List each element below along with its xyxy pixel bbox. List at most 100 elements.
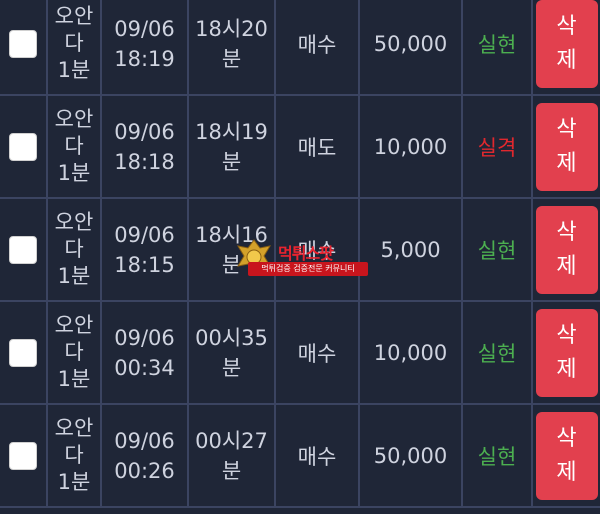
game-name-line1: 오안 (54, 107, 94, 131)
delete-cell: 삭 제 (533, 0, 600, 94)
row-checkbox[interactable] (9, 441, 37, 470)
delete-label-top: 삭 (556, 219, 577, 245)
bet-type: 매수 (276, 302, 360, 403)
row-checkbox[interactable] (9, 132, 37, 161)
round-line1: 18시19 (195, 119, 268, 144)
delete-cell: 삭 제 (533, 199, 600, 300)
row-checkbox[interactable] (9, 338, 37, 367)
bet-clock: 18:18 (114, 149, 175, 174)
bet-clock: 00:26 (114, 458, 175, 483)
bet-result: 실현 (463, 0, 533, 94)
delete-button[interactable]: 삭 제 (535, 411, 598, 500)
bet-result: 실현 (463, 302, 533, 403)
game-name-line2: 다 (64, 443, 84, 467)
select-cell (0, 199, 48, 300)
round-line2: 분 (221, 252, 242, 277)
game-name-cell: 오안 다 1분 (48, 0, 102, 94)
bet-time-cell: 09/06 18:19 (102, 0, 189, 94)
delete-label-bottom: 제 (556, 47, 577, 73)
bet-time-cell: 09/06 00:34 (102, 302, 189, 403)
bet-type: 매수 (276, 405, 360, 506)
game-name-line3: 1분 (57, 470, 91, 494)
bet-amount: 10,000 (360, 96, 463, 197)
select-cell (0, 302, 48, 403)
game-name-line3: 1분 (57, 58, 91, 82)
delete-cell: 삭 제 (533, 302, 600, 403)
delete-label-top: 삭 (556, 322, 577, 348)
round-cell: 00시35 분 (189, 302, 276, 403)
bet-type: 매수 (276, 0, 360, 94)
row-checkbox[interactable] (9, 29, 37, 58)
game-name-line1: 오안 (54, 416, 94, 440)
bet-amount: 50,000 (360, 405, 463, 506)
game-name-cell: 오안 다 1분 (48, 199, 102, 300)
bet-amount: 5,000 (360, 199, 463, 300)
round-line2: 분 (221, 458, 242, 483)
round-line1: 18시16 (195, 222, 268, 247)
game-name-cell: 오안 다 1분 (48, 302, 102, 403)
select-cell (0, 0, 48, 94)
delete-label-bottom: 제 (556, 253, 577, 279)
round-cell: 18시20 분 (189, 0, 276, 94)
delete-label-bottom: 제 (556, 459, 577, 485)
delete-button[interactable]: 삭 제 (535, 308, 598, 397)
table-row: 오안 다 1분 09/06 00:34 00시35 분 매수 10,000 실현… (0, 302, 600, 405)
bet-time-cell: 09/06 18:15 (102, 199, 189, 300)
game-name-line1: 오안 (54, 210, 94, 234)
round-line1: 18시20 (195, 16, 268, 41)
bet-clock: 00:34 (114, 355, 175, 380)
game-name-cell: 오안 다 1분 (48, 96, 102, 197)
round-line1: 00시35 (195, 325, 268, 350)
game-name-line2: 다 (64, 31, 84, 55)
delete-label-bottom: 제 (556, 356, 577, 382)
table-row: 오안 다 1분 09/06 00:26 00시27 분 매수 50,000 실현… (0, 405, 600, 508)
round-line2: 분 (221, 355, 242, 380)
delete-cell: 삭 제 (533, 405, 600, 506)
bet-type: 매도 (276, 96, 360, 197)
delete-button[interactable]: 삭 제 (535, 205, 598, 294)
select-cell (0, 405, 48, 506)
round-line2: 분 (221, 46, 242, 71)
delete-button[interactable]: 삭 제 (535, 102, 598, 191)
select-cell (0, 96, 48, 197)
game-name-line3: 1분 (57, 161, 91, 185)
game-name-line1: 오안 (54, 4, 94, 28)
bet-time-cell: 09/06 18:18 (102, 96, 189, 197)
table-row: 오안 다 1분 09/06 18:15 18시16 분 매수 5,000 실현 … (0, 199, 600, 302)
delete-label-top: 삭 (556, 13, 577, 39)
round-line2: 분 (221, 149, 242, 174)
game-name-line2: 다 (64, 134, 84, 158)
bet-clock: 18:19 (114, 46, 175, 71)
bet-date: 09/06 (114, 16, 175, 41)
bet-result: 실현 (463, 199, 533, 300)
bet-date: 09/06 (114, 428, 175, 453)
bet-amount: 50,000 (360, 0, 463, 94)
round-cell: 18시16 분 (189, 199, 276, 300)
bet-type: 매수 (276, 199, 360, 300)
bet-result: 실현 (463, 405, 533, 506)
bet-clock: 18:15 (114, 252, 175, 277)
delete-button[interactable]: 삭 제 (535, 0, 598, 88)
table-row: 오안 다 1분 09/06 18:19 18시20 분 매수 50,000 실현… (0, 0, 600, 96)
round-cell: 00시27 분 (189, 405, 276, 506)
table-row: 오안 다 1분 09/06 18:18 18시19 분 매도 10,000 실격… (0, 96, 600, 199)
round-cell: 18시19 분 (189, 96, 276, 197)
delete-cell: 삭 제 (533, 96, 600, 197)
bet-date: 09/06 (114, 325, 175, 350)
game-name-line2: 다 (64, 237, 84, 261)
game-name-line2: 다 (64, 340, 84, 364)
game-name-cell: 오안 다 1분 (48, 405, 102, 506)
delete-label-top: 삭 (556, 116, 577, 142)
delete-label-bottom: 제 (556, 150, 577, 176)
row-checkbox[interactable] (9, 235, 37, 264)
game-name-line3: 1분 (57, 367, 91, 391)
delete-label-top: 삭 (556, 425, 577, 451)
bet-time-cell: 09/06 00:26 (102, 405, 189, 506)
game-name-line3: 1분 (57, 264, 91, 288)
bet-amount: 10,000 (360, 302, 463, 403)
game-name-line1: 오안 (54, 313, 94, 337)
bet-date: 09/06 (114, 222, 175, 247)
round-line1: 00시27 (195, 428, 268, 453)
bet-result: 실격 (463, 96, 533, 197)
bet-date: 09/06 (114, 119, 175, 144)
